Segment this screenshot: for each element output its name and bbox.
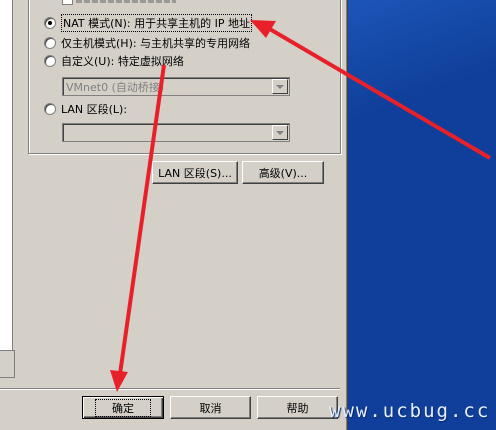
site-watermark: www.ucbug.cc bbox=[329, 400, 491, 422]
arrow-to-ok-head bbox=[110, 370, 128, 392]
arrow-to-ok-line bbox=[118, 64, 166, 375]
annotation-arrows bbox=[110, 20, 492, 392]
arrow-to-nat-line bbox=[266, 26, 492, 160]
